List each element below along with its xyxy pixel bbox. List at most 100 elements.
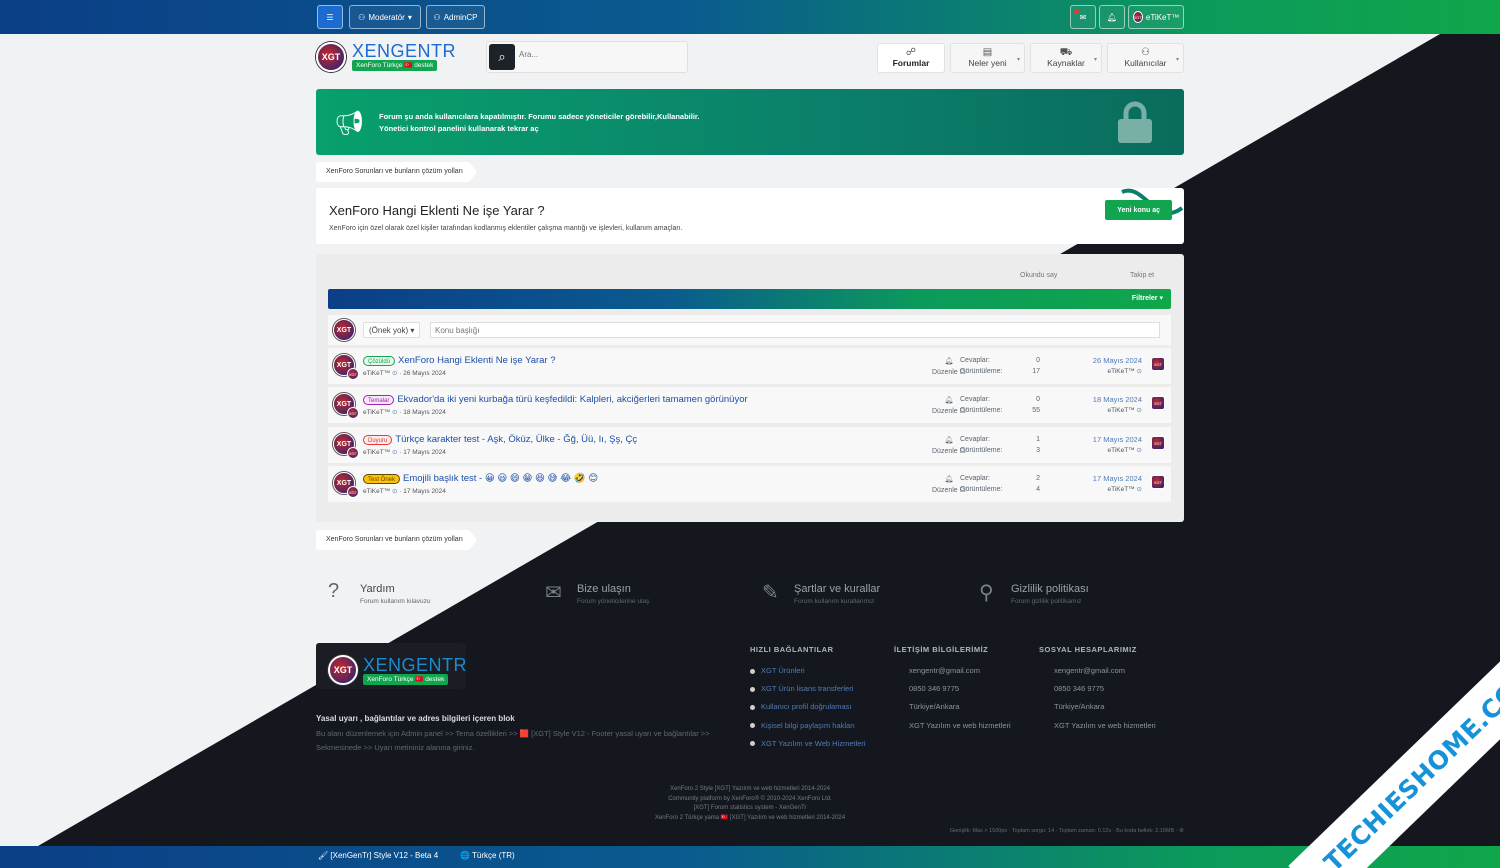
contact-title: İLETİŞİM BİLGİLERİMİZ	[894, 645, 989, 654]
footer-list-text: 0850 346 9775	[1054, 684, 1105, 694]
document-edit-icon: ✎	[762, 582, 779, 604]
footer-list-item[interactable]: Türkiye/Ankara	[1054, 698, 1156, 716]
footer-list-item[interactable]: xengentr@gmail.com	[909, 662, 1011, 680]
last-poster-avatar[interactable]: XGT	[1151, 396, 1165, 410]
language-chooser[interactable]: 🌐 Türkçe (TR)	[460, 851, 515, 860]
thread-title[interactable]: Türkçe karakter test - Aşk, Öküz, Ülke -…	[395, 434, 637, 445]
footer-logo[interactable]: XGT XENGENTR XenForo Türkçe 🇹🇷 destek	[316, 643, 467, 689]
search-input[interactable]	[519, 50, 679, 59]
tab-resources[interactable]: ⛟ Kaynaklar ▾	[1030, 43, 1102, 73]
views-label: Görüntüleme:	[960, 368, 1003, 375]
footer-list-text: xengentr@gmail.com	[909, 666, 980, 675]
thread-prefix-label[interactable]: Duyuru	[363, 434, 393, 445]
last-post-date[interactable]: 17 Mayıs 2024	[1093, 474, 1142, 483]
thread-title-line: Çözüldü XenForo Hangi Eklenti Ne işe Yar…	[363, 355, 556, 366]
thread-date: 17 Mayıs 2024	[403, 449, 446, 456]
footer-list-item[interactable]: XGT Yazılım ve web hizmetleri	[1054, 717, 1156, 735]
replies-label: Cevaplar:	[960, 396, 990, 403]
footer-list-item[interactable]: Kişisel bilgi paylaşım hakları	[750, 717, 865, 735]
chevron-down-icon[interactable]: ▾	[1017, 56, 1020, 63]
user-menu-button[interactable]: XGT eTiKeT™	[1128, 5, 1184, 29]
footer-list-text: XGT Ürünleri	[761, 666, 805, 675]
page-title: XenForo Hangi Eklenti Ne işe Yarar ?	[329, 203, 545, 218]
chevron-down-icon[interactable]: ▾	[1094, 56, 1097, 63]
user-name: eTiKeT™	[1145, 12, 1180, 22]
last-post-user[interactable]: eTiKeT™	[1108, 486, 1135, 493]
thread-prefix-label[interactable]: Test Önek	[363, 473, 401, 484]
thread-prefix-label[interactable]: Çözüldü	[363, 355, 396, 366]
replies-label: Cevaplar:	[960, 357, 990, 364]
last-post-user[interactable]: eTiKeT™	[1108, 407, 1135, 414]
last-post-date[interactable]: 26 Mayıs 2024	[1093, 356, 1142, 365]
thread-date: 17 Mayıs 2024	[403, 488, 446, 495]
footer-list-item[interactable]: Türkiye/Ankara	[909, 698, 1011, 716]
admincp-button[interactable]: ⚇ AdminCP	[426, 5, 485, 29]
thread-author[interactable]: eTiKeT™	[363, 449, 390, 456]
last-post-user[interactable]: eTiKeT™	[1108, 447, 1135, 454]
last-poster-avatar[interactable]: XGT	[1151, 475, 1165, 489]
footer-list-item[interactable]: XGT Yazılım ve web hizmetleri	[909, 717, 1011, 735]
question-icon: ?	[328, 580, 340, 602]
tab-whats-new[interactable]: ▤ Neler yeni ▾	[950, 43, 1025, 73]
new-thread-button[interactable]: Yeni konu aç	[1105, 200, 1172, 220]
last-poster-avatar[interactable]: XGT	[1151, 436, 1165, 450]
thread-row[interactable]: XGT XGT Test Önek Emojili başlık test - …	[328, 466, 1171, 502]
footer-list-item[interactable]: 0850 346 9775	[1054, 680, 1156, 698]
footer-list-item[interactable]: XGT Ürün lisans transferleri	[750, 680, 865, 698]
breadcrumb-link[interactable]: XenForo Sorunları ve bunların çözüm yoll…	[316, 530, 477, 550]
user-shield-icon: ⚇	[358, 12, 366, 22]
thread-title-line: Temalar Ekvador'da iki yeni kurbağa türü…	[363, 394, 748, 405]
thread-row[interactable]: XGT XGT Çözüldü XenForo Hangi Eklenti Ne…	[328, 348, 1171, 384]
last-post-user[interactable]: eTiKeT™	[1108, 368, 1135, 375]
replies-count: 0	[1036, 396, 1040, 403]
footer-list-text: Türkiye/Ankara	[1054, 702, 1105, 712]
thread-row[interactable]: XGT XGT Duyuru Türkçe karakter test - Aş…	[328, 427, 1171, 463]
inbox-button[interactable]: ✉	[1070, 5, 1096, 29]
last-post[interactable]: 26 Mayıs 2024 eTiKeT™ ⊙	[1068, 355, 1142, 377]
footer-list-item[interactable]: Kullanıcı profil doğrulaması	[750, 698, 865, 716]
site-logo-title[interactable]: XENGENTR	[352, 41, 456, 62]
thread-author[interactable]: eTiKeT™	[363, 370, 390, 377]
last-post[interactable]: 17 Mayıs 2024 eTiKeT™ ⊙	[1068, 473, 1142, 495]
thread-title[interactable]: Emojili başlık test - 😀 😃 😄 😁 😆 😅 😂 🤣 😊	[403, 473, 598, 484]
footer-list-item[interactable]: 0850 346 9775	[909, 680, 1011, 698]
last-poster-avatar[interactable]: XGT	[1151, 357, 1165, 371]
edit-label[interactable]: Düzenle	[932, 487, 958, 494]
thread-title[interactable]: Ekvador'da iki yeni kurbağa türü keşfedi…	[397, 394, 747, 405]
megaphone-icon: 📢︎	[334, 110, 365, 137]
sidebar-toggle-button[interactable]: ☰	[317, 5, 343, 29]
last-post-date[interactable]: 18 Mayıs 2024	[1093, 395, 1142, 404]
tab-members[interactable]: ⚇ Kullanıcılar ▾	[1107, 43, 1184, 73]
thread-title[interactable]: XenForo Hangi Eklenti Ne işe Yarar ?	[398, 355, 556, 366]
terms-subtitle: Forum kullanım kurallarımız	[794, 598, 875, 605]
watermark-band: TECHIESHOME.COM	[1288, 629, 1500, 868]
style-chooser[interactable]: 🖌 [XenGenTr] Style V12 - Beta 4	[318, 851, 438, 860]
site-logo-badge[interactable]: XGT	[316, 42, 346, 72]
footer-list-item[interactable]: XGT Ürünleri	[750, 662, 865, 680]
edit-label[interactable]: Düzenle	[932, 408, 958, 415]
thread-stats: Cevaplar: 2 Görüntüleme: 4	[960, 473, 1040, 495]
alerts-button[interactable]: 🔔︎	[1099, 5, 1125, 29]
edit-label[interactable]: Düzenle	[932, 369, 958, 376]
footer-list-item[interactable]: XGT Yazılım ve Web Hizmetleri	[750, 735, 865, 753]
thread-author[interactable]: eTiKeT™	[363, 409, 390, 416]
search-icon[interactable]: ⌕	[489, 44, 515, 70]
chevron-down-icon[interactable]: ▾	[1176, 56, 1179, 63]
breadcrumb-link[interactable]: XenForo Sorunları ve bunların çözüm yoll…	[316, 162, 477, 182]
thread-author[interactable]: eTiKeT™	[363, 488, 390, 495]
users-icon: ⚇	[1141, 47, 1150, 58]
footer-list-text: XGT Yazılım ve Web Hizmetleri	[761, 738, 866, 748]
moderator-button[interactable]: ⚇ Moderatör ▾	[349, 5, 421, 29]
last-post[interactable]: 17 Mayıs 2024 eTiKeT™ ⊙	[1068, 434, 1142, 456]
thread-row[interactable]: XGT XGT Temalar Ekvador'da iki yeni kurb…	[328, 387, 1171, 423]
footer-help-links: ? Yardım Forum kullanım kılavuzu ✉ Bize …	[316, 574, 1184, 614]
forum-closed-notice: 📢︎ Forum şu anda kullanıcılara kapatılmı…	[316, 89, 1184, 155]
thread-prefix-label[interactable]: Temalar	[363, 394, 395, 405]
last-post-date[interactable]: 17 Mayıs 2024	[1093, 435, 1142, 444]
edit-label[interactable]: Düzenle	[932, 448, 958, 455]
footer-logo-subtitle: XenForo Türkçe 🇹🇷 destek	[363, 674, 449, 685]
last-post[interactable]: 18 Mayıs 2024 eTiKeT™ ⊙	[1068, 394, 1142, 416]
footer-list-item[interactable]: xengentr@gmail.com	[1054, 662, 1156, 680]
bullet-icon	[750, 686, 755, 692]
tab-forums[interactable]: ☍ Forumlar	[877, 43, 945, 73]
